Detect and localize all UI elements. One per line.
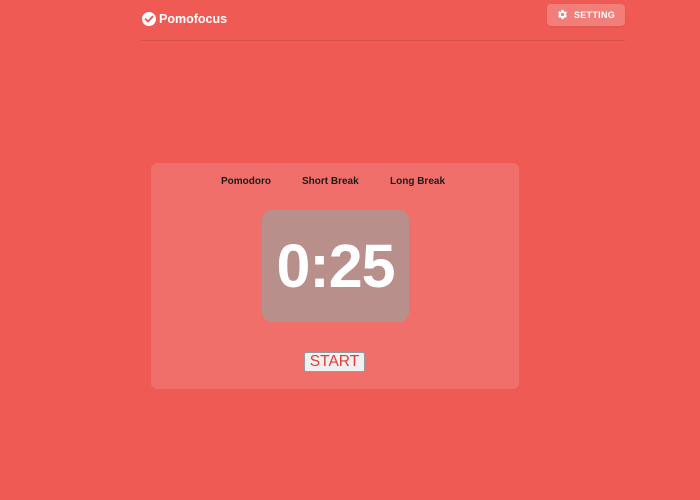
timer-text: 0:25 bbox=[276, 231, 395, 300]
timer-display: 0:25 bbox=[262, 210, 409, 322]
setting-button[interactable]: SETTING bbox=[547, 4, 625, 26]
header: Pomofocus SETTING bbox=[141, 0, 625, 41]
mode-tabs: Pomodoro Short Break Long Break bbox=[151, 173, 519, 191]
logo[interactable]: Pomofocus bbox=[141, 10, 227, 28]
tab-long-break[interactable]: Long Break bbox=[390, 173, 445, 191]
logo-text: Pomofocus bbox=[159, 12, 228, 26]
setting-label: SETTING bbox=[573, 10, 616, 20]
timer-card: Pomodoro Short Break Long Break 0:25 STA… bbox=[151, 163, 519, 389]
tab-pomodoro[interactable]: Pomodoro bbox=[221, 173, 271, 191]
tab-short-break[interactable]: Short Break bbox=[302, 173, 359, 191]
gear-icon bbox=[557, 9, 568, 22]
start-button[interactable]: START bbox=[304, 352, 365, 372]
check-circle-icon bbox=[141, 11, 157, 27]
